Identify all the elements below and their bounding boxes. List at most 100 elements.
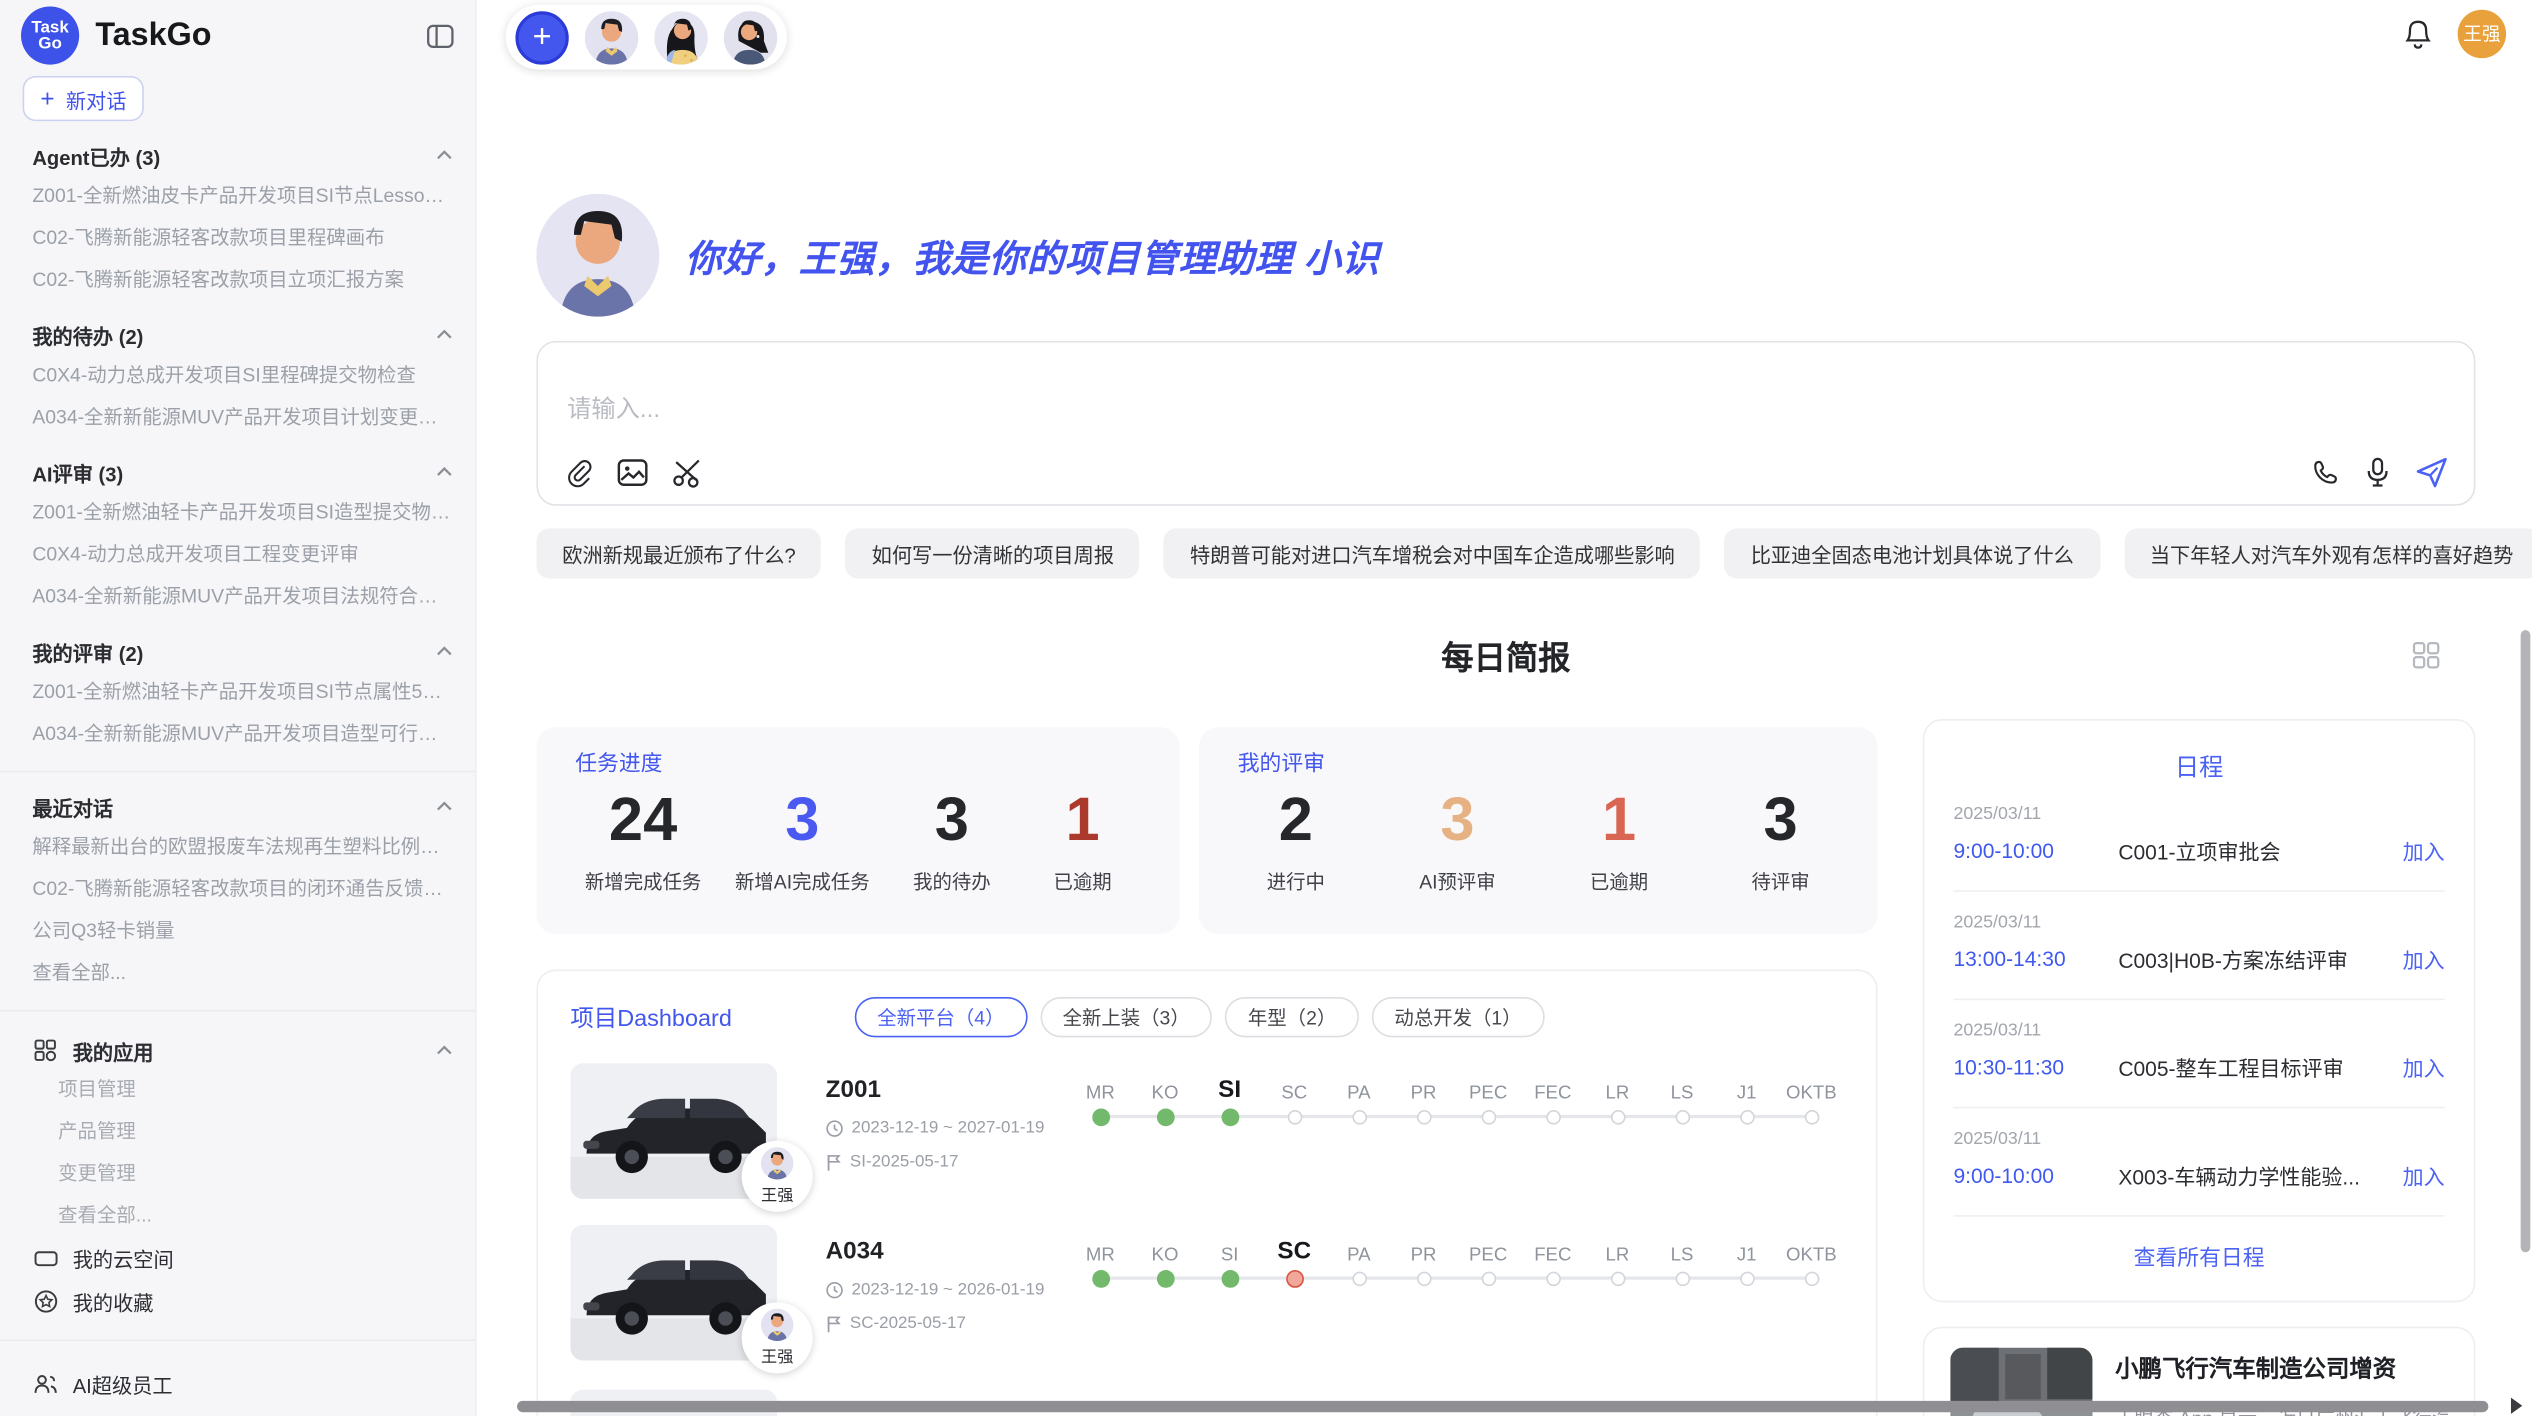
milestone-dot [1481,1110,1496,1125]
sidebar-item[interactable]: 解释最新出台的欧盟报废车法规再生塑料比例被调至15%... [0,826,475,868]
sidebar-item-help-writing[interactable]: 帮我写作 [0,1406,475,1416]
horizontal-scrollbar[interactable] [517,1401,2488,1412]
scissors-icon[interactable] [672,458,703,487]
avatar-illustration [761,1309,793,1341]
event-time: 9:00-10:00 [1954,839,2119,863]
chevron-up-icon[interactable] [436,1045,452,1055]
microphone-icon[interactable] [2366,457,2390,488]
join-button[interactable]: 加入 [2403,1052,2445,1083]
chevron-up-icon[interactable] [436,150,452,160]
taskgo-app: Task Go TaskGo + 新对话 Agent已办 (3) Z001-全新… [0,0,2532,1416]
milestone-dot [1352,1272,1367,1287]
suggestion-chip[interactable]: 特朗普可能对进口汽车增税会对中国车企造成哪些影响 [1164,528,1700,578]
agent-avatar-3[interactable] [724,11,777,64]
sidebar-section-items: 解释最新出台的欧盟报废车法规再生塑料比例被调至15%...C02-飞腾新能源轻客… [0,826,475,994]
bell-icon[interactable] [2404,19,2431,50]
dashboard-tab[interactable]: 全新上装（3） [1040,997,1212,1037]
sidebar-item[interactable]: C02-飞腾新能源轻客改款项目里程碑画布 [0,217,475,259]
join-button[interactable]: 加入 [2403,944,2445,975]
sidebar-section-items: Z001-全新燃油轻卡产品开发项目SI造型提交物评审C0X4-动力总成开发项目工… [0,491,475,617]
chevron-up-icon[interactable] [436,330,452,340]
sidebar-item[interactable]: C02-飞腾新能源轻客改款项目立项汇报方案 [0,259,475,301]
sidebar-item[interactable]: 查看全部... [0,1194,475,1236]
new-chat-button[interactable]: + 新对话 [23,76,145,121]
milestone: KO [1133,1228,1198,1288]
project-dates: 2023-12-19 ~ 2027-01-19 [826,1118,1065,1137]
sidebar-item-my-apps[interactable]: 我的应用 [0,1032,475,1068]
sidebar-item[interactable]: C0X4-动力总成开发项目工程变更评审 [0,533,475,575]
milestone-label: LR [1606,1228,1630,1265]
agent-quick-bar: + [506,5,787,70]
milestone: LS [1650,1066,1715,1126]
sidebar-apps-section: 我的应用 项目管理产品管理变更管理查看全部... 我的云空间 我的收藏 [0,1032,475,1323]
sidebar-item[interactable]: C0X4-动力总成开发项目SI里程碑提交物检查 [0,354,475,396]
project-row[interactable]: 王强 A034 2023-12-19 ~ 2026-01-19 SC-2025-… [570,1225,1843,1361]
clock-icon [826,1119,844,1137]
panel-toggle-icon[interactable] [427,23,454,47]
sidebar-section-header[interactable]: 最近对话 [0,793,475,819]
sidebar-section-header[interactable]: AI评审 (3) [0,459,475,485]
sidebar-item[interactable]: Z001-全新燃油轻卡产品开发项目SI造型提交物评审 [0,491,475,533]
event-main: 9:00-10:00 X003-车辆动力学性能验... 加入 [1954,1160,2445,1191]
sidebar-item-cloud[interactable]: 我的云空间 [0,1236,475,1280]
sidebar-item-favorites[interactable]: 我的收藏 [0,1280,475,1324]
paperclip-icon[interactable] [564,457,593,488]
chevron-up-icon[interactable] [436,801,452,811]
dashboard-tab[interactable]: 动总开发（1） [1372,997,1544,1037]
suggestion-chip[interactable]: 欧洲新规最近颁布了什么? [536,528,821,578]
image-icon[interactable] [617,459,648,486]
join-button[interactable]: 加入 [2403,1160,2445,1191]
sidebar-item[interactable]: A034-全新新能源MUV产品开发项目造型可行性评审 [0,713,475,755]
project-dashboard-card: 项目Dashboard 全新平台（4） 全新上装（3） 年型（2） 动总开发（1） 王… [536,969,1877,1416]
stats-card: 我的评审 2 进行中 3 AI预评审 1 已逾期 3 待评审 [1199,727,1878,934]
milestone-dot [1739,1272,1754,1287]
dashboard-title: 项目Dashboard [570,1000,731,1034]
my-apps-label: 我的应用 [73,1035,437,1066]
stat-value: 3 [785,787,819,855]
sidebar-item[interactable]: Z001-全新燃油轻卡产品开发项目SI节点属性5D文件评审 [0,671,475,713]
stat-label: 已逾期 [1053,868,1111,895]
suggestion-chip[interactable]: 如何写一份清晰的项目周报 [846,528,1140,578]
message-input[interactable] [564,388,1533,436]
chevron-up-icon[interactable] [436,646,452,656]
project-row[interactable]: 王强 Z001 2023-12-19 ~ 2027-01-19 SI-2025-… [570,1063,1843,1199]
sidebar-item[interactable]: 变更管理 [0,1152,475,1194]
sidebar-section-header[interactable]: 我的评审 (2) [0,638,475,664]
milestone-dot [1546,1272,1561,1287]
sidebar-app-items: 项目管理产品管理变更管理查看全部... [0,1068,475,1236]
user-avatar[interactable]: 王强 [2458,10,2506,58]
sidebar-item[interactable]: 公司Q3轻卡销量 [0,910,475,952]
agent-avatar-1[interactable] [585,11,638,64]
dashboard-tab[interactable]: 全新平台（4） [855,997,1027,1037]
event-date: 2025/03/11 [1954,913,2445,932]
sidebar-item-ai-super-staff[interactable]: AI超级员工 [0,1362,475,1406]
sidebar-item[interactable]: A034-全新新能源MUV产品开发项目法规符合性评审 [0,575,475,617]
vertical-scrollbar[interactable] [2521,630,2531,1252]
chevron-up-icon[interactable] [436,467,452,477]
sidebar-item[interactable]: Z001-全新燃油皮卡产品开发项目SI节点Lesson Learn报告 [0,175,475,217]
sidebar-section-items: Z001-全新燃油轻卡产品开发项目SI节点属性5D文件评审A034-全新新能源M… [0,671,475,755]
milestone: PA [1327,1228,1392,1288]
phone-icon[interactable] [2312,459,2339,486]
sidebar-item[interactable]: 查看全部... [0,952,475,994]
sidebar-item[interactable]: 产品管理 [0,1110,475,1152]
project-name: A034 [826,1238,1065,1265]
suggestion-chip[interactable]: 当下年轻人对汽车外观有怎样的喜好趋势 [2124,528,2532,578]
sidebar-section-header[interactable]: 我的待办 (2) [0,322,475,348]
project-node: SI-2025-05-17 [826,1152,1065,1171]
layout-grid-icon[interactable] [2412,641,2439,677]
sidebar-item[interactable]: C02-飞腾新能源轻客改款项目的闭环通告反馈情况 [0,868,475,910]
send-icon[interactable] [2416,457,2448,488]
sidebar-header: Task Go TaskGo [0,0,475,71]
join-button[interactable]: 加入 [2403,835,2445,866]
dashboard-tab[interactable]: 年型（2） [1225,997,1359,1037]
scroll-right-arrow[interactable] [2511,1398,2522,1414]
view-all-schedule-link[interactable]: 查看所有日程 [1954,1239,2445,1271]
agent-avatar-2[interactable] [654,11,707,64]
suggestion-chip[interactable]: 比亚迪全固态电池计划具体说了什么 [1725,528,2100,578]
add-agent-button[interactable]: + [515,11,568,64]
milestone-chart: MR KO SI SC PA PR PEC FEC LR LS J1 OKTB [1068,1228,1844,1288]
sidebar-item[interactable]: 项目管理 [0,1068,475,1110]
sidebar-section-header[interactable]: Agent已办 (3) [0,142,475,168]
sidebar-item[interactable]: A034-全新新能源MUV产品开发项目计划变更表编写 [0,396,475,438]
